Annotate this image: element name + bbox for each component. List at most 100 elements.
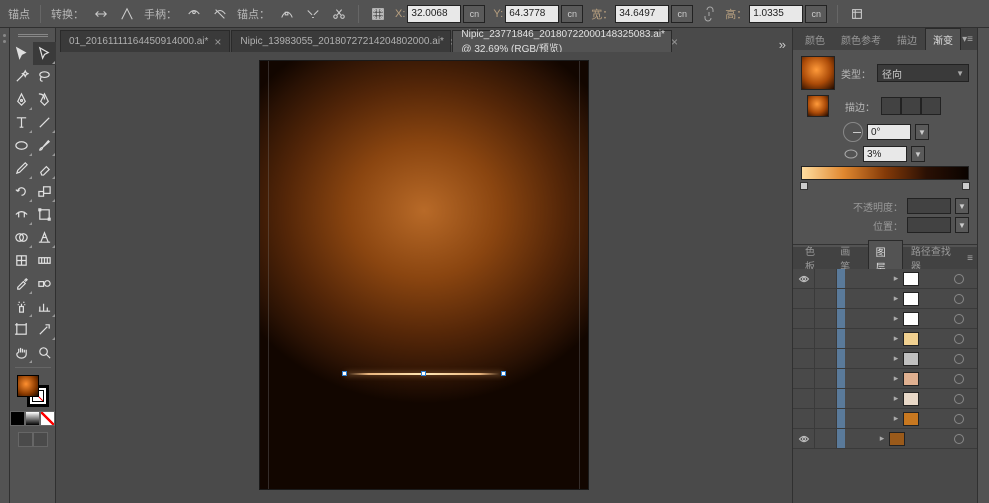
gradient-ramp[interactable] [801,166,969,180]
visibility-toggle[interactable] [793,369,815,388]
selection-tool[interactable] [10,42,33,65]
symbol-sprayer-tool[interactable] [10,295,33,318]
lock-column[interactable] [815,349,837,368]
lock-column[interactable] [815,429,837,448]
zoom-tool[interactable] [33,341,56,364]
visibility-toggle[interactable] [793,269,815,288]
stroke-across-icon[interactable] [921,97,941,115]
target-icon[interactable] [951,354,967,364]
magic-wand-tool[interactable] [10,65,33,88]
target-icon[interactable] [951,414,967,424]
expand-toggle[interactable]: ▸ [889,333,903,344]
color-mode-gradient[interactable] [25,411,40,426]
layer-row[interactable]: ▸ [793,349,977,369]
h-input[interactable] [749,5,803,23]
reference-point-icon[interactable] [369,5,387,23]
resize-handle-left[interactable] [342,371,347,376]
fill-swatch[interactable] [17,375,39,397]
constrain-proportions-icon[interactable] [701,6,717,22]
layer-row[interactable]: ▸ [793,329,977,349]
doc-tab-2[interactable]: Nipic_23771846_20180722000148325083.ai* … [452,30,672,52]
visibility-toggle[interactable] [793,429,815,448]
lock-column[interactable] [815,369,837,388]
lock-column[interactable] [815,309,837,328]
eraser-tool[interactable] [33,157,56,180]
width-tool[interactable] [10,203,33,226]
handle-show-icon[interactable] [185,5,203,23]
gradient-fill-thumb[interactable] [807,95,829,117]
color-mode-solid[interactable] [10,411,25,426]
target-icon[interactable] [951,394,967,404]
resize-handle-right[interactable] [501,371,506,376]
layer-row[interactable]: ▸ [793,269,977,289]
mesh-tool[interactable] [10,249,33,272]
pen-tool[interactable] [10,88,33,111]
location-dropdown[interactable]: ▼ [955,217,969,233]
target-icon[interactable] [951,434,967,444]
x-unit[interactable]: cn [463,5,485,23]
w-unit[interactable]: cn [671,5,693,23]
gradient-stop[interactable] [800,182,808,190]
gradient-preview[interactable] [801,56,835,90]
isolate-icon[interactable] [848,5,866,23]
panel-menu-icon[interactable]: ≡ [967,253,973,264]
visibility-toggle[interactable] [793,409,815,428]
h-unit[interactable]: cn [805,5,827,23]
target-icon[interactable] [951,294,967,304]
stroke-along-icon[interactable] [901,97,921,115]
target-icon[interactable] [951,314,967,324]
expand-toggle[interactable]: ▸ [889,313,903,324]
color-mode-none[interactable] [40,411,55,426]
connect-anchor-icon[interactable] [304,5,322,23]
expand-toggle[interactable]: ▸ [889,353,903,364]
angle-input[interactable] [867,124,911,140]
target-icon[interactable] [951,374,967,384]
expand-toggle[interactable]: ▸ [889,293,903,304]
expand-toggle[interactable]: ▸ [889,373,903,384]
aspect-ratio-input[interactable] [863,146,907,162]
aspect-ratio-dropdown[interactable]: ▼ [911,146,925,162]
angle-dropdown[interactable]: ▼ [915,124,929,140]
gradient-tool[interactable] [33,249,56,272]
target-icon[interactable] [951,274,967,284]
rotate-tool[interactable] [10,180,33,203]
cut-anchor-icon[interactable] [330,5,348,23]
expand-toggle[interactable]: ▸ [889,273,903,284]
close-icon[interactable]: × [214,35,221,49]
location-input[interactable] [907,217,951,233]
curvature-tool[interactable] [33,88,56,111]
y-unit[interactable]: cn [561,5,583,23]
convert-smooth-icon[interactable] [92,5,110,23]
screen-mode-full[interactable] [33,432,48,447]
artboard[interactable] [259,60,589,490]
pencil-tool[interactable] [10,157,33,180]
layer-row[interactable]: ▸ [793,369,977,389]
stroke-within-icon[interactable] [881,97,901,115]
lock-column[interactable] [815,409,837,428]
visibility-toggle[interactable] [793,329,815,348]
column-graph-tool[interactable] [33,295,56,318]
selected-line-object[interactable] [345,373,503,375]
scale-tool[interactable] [33,180,56,203]
expand-toggle[interactable]: ▸ [889,393,903,404]
hand-tool[interactable] [10,341,33,364]
gradient-stop[interactable] [962,182,970,190]
layer-row[interactable]: ▸ [793,389,977,409]
resize-handle-center[interactable] [421,371,426,376]
doc-tab-0[interactable]: 01_20161111164450914000.ai*× [60,30,230,52]
x-input[interactable] [407,5,461,23]
tab-stroke[interactable]: 描边 [889,28,925,51]
y-input[interactable] [505,5,559,23]
opacity-input[interactable] [907,198,951,214]
doc-tab-1[interactable]: Nipic_13983055_20180727214204802000.ai*× [231,30,451,52]
tabs-overflow-icon[interactable]: » [779,37,786,52]
expand-toggle[interactable]: ▸ [875,433,889,444]
gradient-type-select[interactable]: 径向▼ [877,64,969,82]
eyedropper-tool[interactable] [10,272,33,295]
visibility-toggle[interactable] [793,349,815,368]
shape-builder-tool[interactable] [10,226,33,249]
artboard-tool[interactable] [10,318,33,341]
visibility-toggle[interactable] [793,389,815,408]
canvas[interactable] [56,52,792,503]
direct-selection-tool[interactable] [33,42,56,65]
